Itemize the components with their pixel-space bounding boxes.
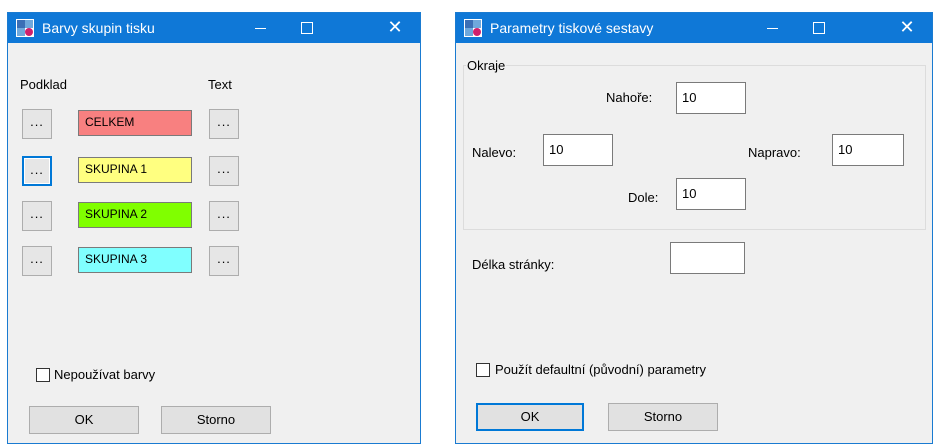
pouzit-defaultni-checkbox[interactable] <box>476 363 490 377</box>
barvy-skupin-tisku-dialog: Barvy skupin tisku ✕ Podklad Text ... CE… <box>7 12 421 444</box>
maximize-icon[interactable] <box>284 13 330 43</box>
ok-button[interactable]: OK <box>29 406 139 434</box>
minimize-icon[interactable] <box>238 13 284 43</box>
text-color-button-skupina-3[interactable]: ... <box>209 246 239 276</box>
color-swatch-skupina-2: SKUPINA 2 <box>78 202 192 228</box>
app-icon <box>464 19 482 37</box>
nalevo-input[interactable]: 10 <box>543 134 613 166</box>
nalevo-label: Nalevo: <box>472 145 517 160</box>
nepouzivat-barvy-label[interactable]: Nepoužívat barvy <box>54 367 155 382</box>
parametry-tiskove-sestavy-dialog: Parametry tiskové sestavy ✕ Okraje Nahoř… <box>455 12 933 444</box>
delka-stranky-input[interactable] <box>670 242 745 274</box>
titlebar[interactable]: Barvy skupin tisku ✕ <box>8 13 420 43</box>
color-swatch-celkem: CELKEM <box>78 110 192 136</box>
background-color-button-celkem[interactable]: ... <box>22 109 52 139</box>
window-title: Barvy skupin tisku <box>42 20 155 36</box>
titlebar[interactable]: Parametry tiskové sestavy ✕ <box>456 13 932 43</box>
background-color-button-skupina-2[interactable]: ... <box>22 201 52 231</box>
nahore-input[interactable]: 10 <box>676 82 746 114</box>
text-header: Text <box>208 77 232 92</box>
podklad-header: Podklad <box>20 77 67 92</box>
window-title: Parametry tiskové sestavy <box>490 20 654 36</box>
napravo-label: Napravo: <box>748 145 801 160</box>
ok-button[interactable]: OK <box>476 403 584 431</box>
cancel-button[interactable]: Storno <box>161 406 271 434</box>
color-swatch-skupina-1: SKUPINA 1 <box>78 157 192 183</box>
background-color-button-skupina-3[interactable]: ... <box>22 246 52 276</box>
delka-stranky-label: Délka stránky: <box>472 257 555 272</box>
dole-label: Dole: <box>628 190 659 205</box>
cancel-button[interactable]: Storno <box>608 403 718 431</box>
okraje-group-label: Okraje <box>466 58 507 73</box>
pouzit-defaultni-label[interactable]: Použít defaultní (původní) parametry <box>495 362 706 377</box>
text-color-button-skupina-1[interactable]: ... <box>209 156 239 186</box>
maximize-icon[interactable] <box>796 13 842 43</box>
close-icon[interactable]: ✕ <box>884 13 930 43</box>
close-icon[interactable]: ✕ <box>372 13 418 43</box>
text-color-button-celkem[interactable]: ... <box>209 109 239 139</box>
background-color-button-skupina-1[interactable]: ... <box>22 156 52 186</box>
nahore-label: Nahoře: <box>606 90 653 105</box>
napravo-input[interactable]: 10 <box>832 134 904 166</box>
dole-input[interactable]: 10 <box>676 178 746 210</box>
minimize-icon[interactable] <box>750 13 796 43</box>
nepouzivat-barvy-checkbox[interactable] <box>36 368 50 382</box>
color-swatch-skupina-3: SKUPINA 3 <box>78 247 192 273</box>
app-icon <box>16 19 34 37</box>
text-color-button-skupina-2[interactable]: ... <box>209 201 239 231</box>
